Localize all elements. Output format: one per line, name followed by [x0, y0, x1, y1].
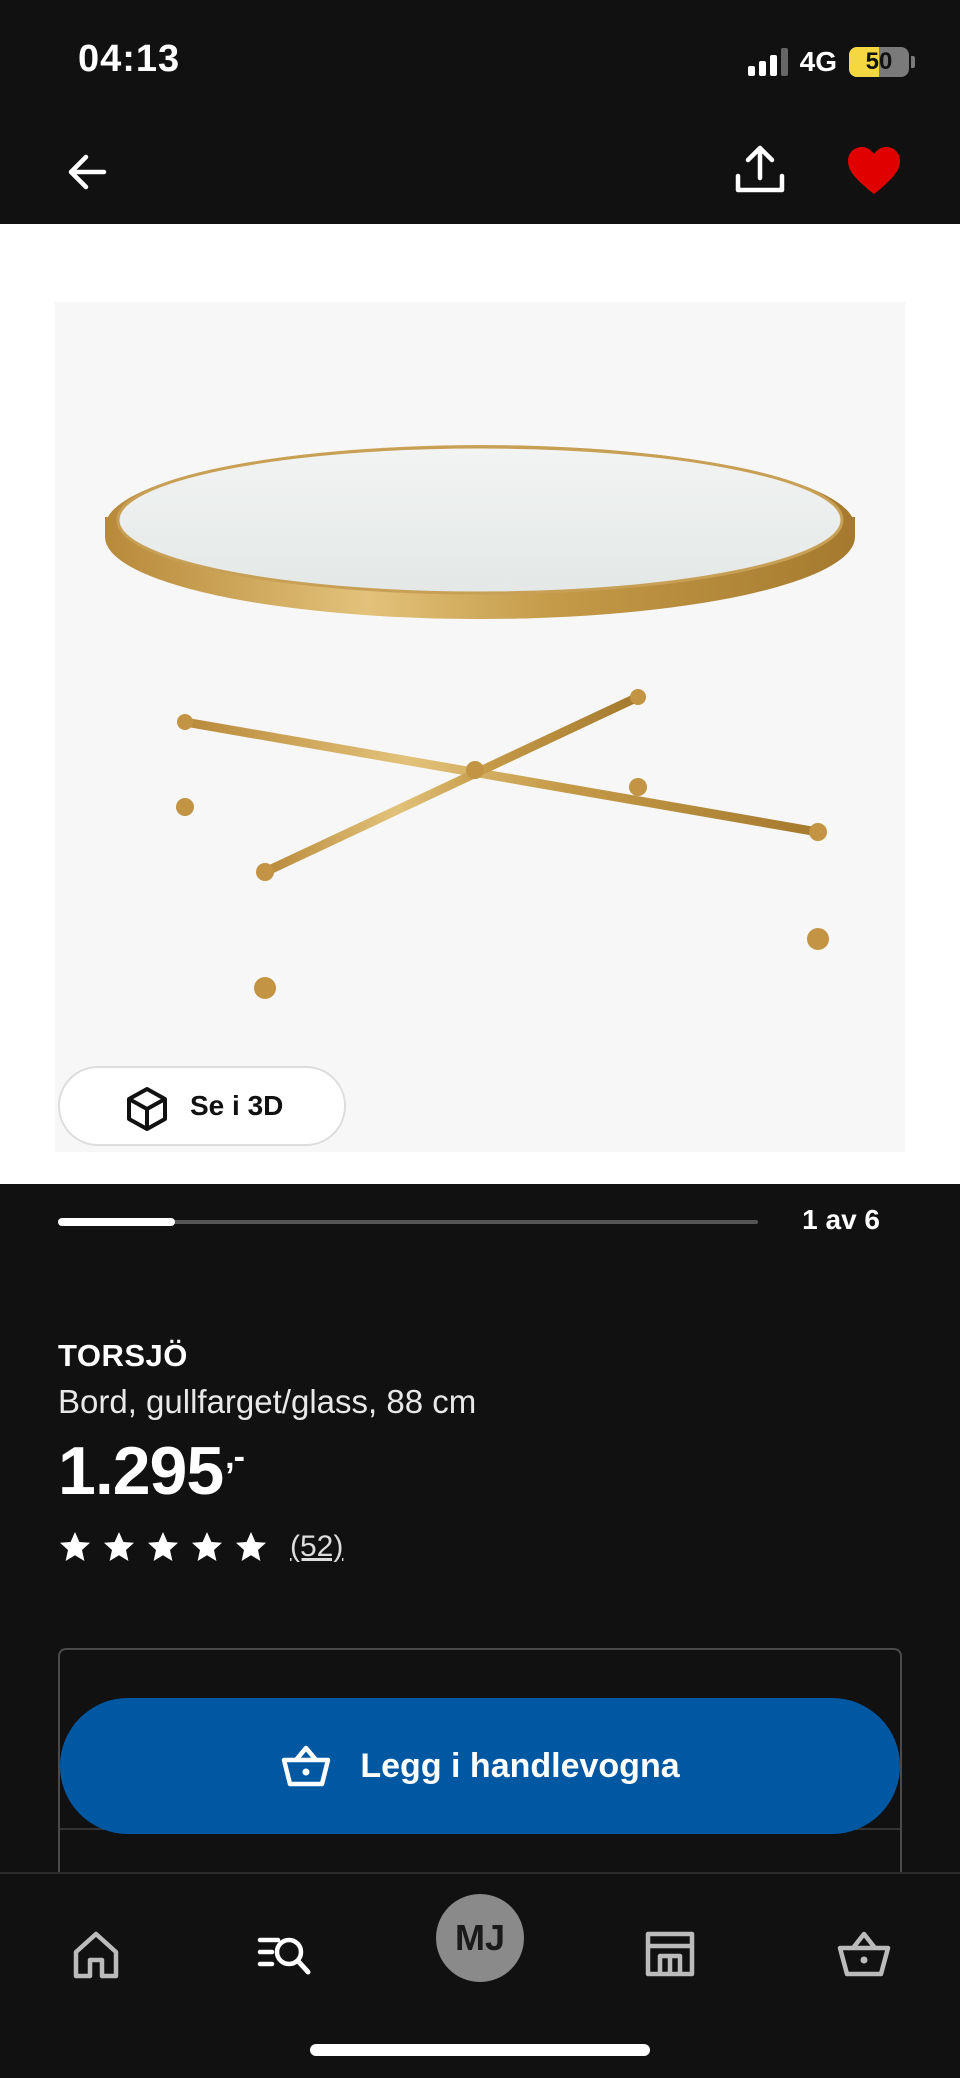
network-label: 4G [799, 46, 837, 77]
gallery-progress [58, 1218, 758, 1226]
add-to-cart-label: Legg i handlevogna [360, 1746, 680, 1785]
star-icon [192, 1532, 222, 1561]
basket-icon[interactable] [836, 1926, 892, 1982]
star-icon [60, 1532, 90, 1561]
top-nav [0, 120, 960, 224]
star-icon [104, 1532, 134, 1561]
arrow-left-icon[interactable] [60, 142, 120, 202]
rating-stars [58, 1530, 268, 1564]
battery-icon: 50 [849, 47, 909, 77]
cube-icon [127, 1087, 167, 1131]
add-to-cart-button[interactable]: Legg i handlevogna [60, 1698, 900, 1834]
review-count[interactable]: (52) [290, 1530, 343, 1564]
price-suffix: ,- [225, 1438, 245, 1476]
basket-icon [282, 1745, 331, 1787]
avatar[interactable]: MJ [436, 1894, 524, 1982]
product-price: 1.295,- [58, 1432, 245, 1510]
gallery-position-label: 1 av 6 [802, 1204, 880, 1235]
share-upload-icon[interactable] [730, 140, 790, 200]
signal-icon [747, 48, 788, 76]
status-indicators: 4G 50 [747, 42, 915, 82]
battery-tip [911, 56, 915, 68]
view-3d-label: Se i 3D [190, 1090, 284, 1121]
search-list-icon[interactable] [256, 1926, 312, 1982]
battery-label: 50 [865, 48, 893, 75]
product-rating[interactable]: (52) [58, 1530, 343, 1564]
heart-filled-icon[interactable] [844, 142, 904, 202]
product-description: Bord, gullfarget/glass, 88 cm [58, 1383, 477, 1420]
view-3d-button[interactable]: Se i 3D [58, 1066, 346, 1146]
home-indicator [310, 2044, 650, 2056]
product-name: TORSJÖ [58, 1338, 188, 1373]
progress-fill [58, 1218, 175, 1226]
product-image-gallery[interactable]: Se i 3D [0, 224, 960, 1184]
star-icon [148, 1532, 178, 1561]
product-image [55, 302, 905, 1152]
status-time: 04:13 [78, 38, 181, 80]
price-value: 1.295 [58, 1433, 224, 1509]
home-icon[interactable] [68, 1926, 124, 1982]
star-icon [236, 1532, 266, 1561]
store-icon[interactable] [642, 1926, 698, 1982]
status-bar: 04:13 4G 50 [0, 0, 960, 120]
